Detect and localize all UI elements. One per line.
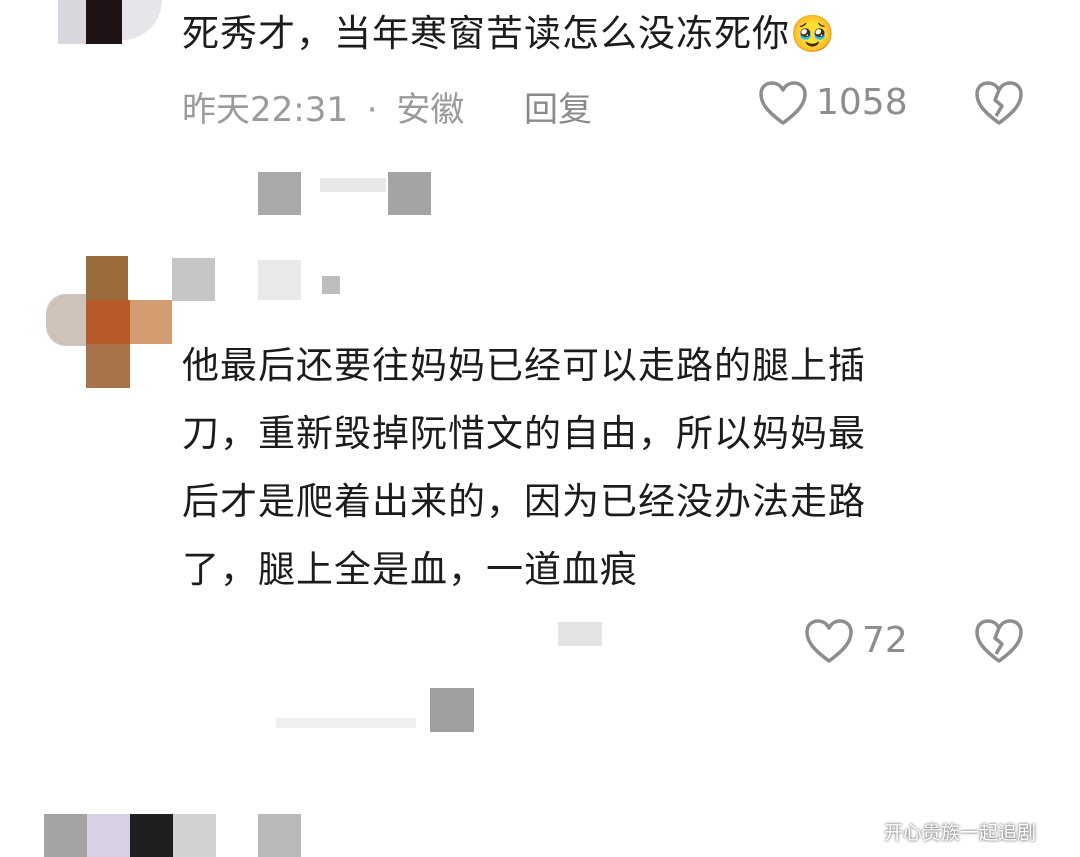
avatar[interactable] [58, 0, 162, 44]
like-button[interactable] [804, 618, 854, 664]
blurred-username [430, 688, 474, 732]
dislike-button[interactable] [974, 618, 1024, 664]
blurred-meta [558, 622, 602, 646]
comment-line: 了，腿上全是血，一道血痕 [182, 548, 638, 591]
crying-face-emoji: 🥹 [790, 14, 836, 55]
avatar[interactable] [44, 814, 216, 857]
dislike-button[interactable] [974, 80, 1024, 126]
blurred-username [258, 814, 301, 857]
blurred-username [172, 258, 347, 302]
heart-outline-icon [759, 81, 807, 125]
meta-separator: · [366, 90, 378, 130]
broken-heart-icon [975, 81, 1023, 125]
broken-heart-icon [975, 619, 1023, 663]
heart-outline-icon [805, 619, 853, 663]
watermark: 开心贵族一起追剧 [884, 822, 1037, 844]
like-count: 1058 [816, 82, 908, 123]
comment-text: 他最后还要往妈妈已经可以走路的腿上插 刀，重新毁掉阮惜文的自由，所以妈妈最 后才… [182, 332, 866, 604]
blurred-username [276, 718, 416, 728]
like-button[interactable] [758, 80, 808, 126]
reply-button[interactable]: 回复 [524, 82, 592, 131]
comment-line: 刀，重新毁掉阮惜文的自由，所以妈妈最 [182, 412, 866, 455]
comment-text: 死秀才，当年寒窗苦读怎么没冻死你🥹 [182, 12, 836, 55]
blurred-username [258, 172, 433, 216]
comment-line: 后才是爬着出来的，因为已经没办法走路 [182, 480, 866, 523]
timestamp: 昨天22:31 [182, 90, 348, 130]
avatar[interactable] [46, 256, 176, 388]
comment-line: 他最后还要往妈妈已经可以走路的腿上插 [182, 344, 866, 387]
location: 安徽 [396, 90, 465, 130]
comment-meta: 昨天22:31 · 安徽 [182, 82, 464, 131]
like-count: 72 [862, 620, 908, 661]
